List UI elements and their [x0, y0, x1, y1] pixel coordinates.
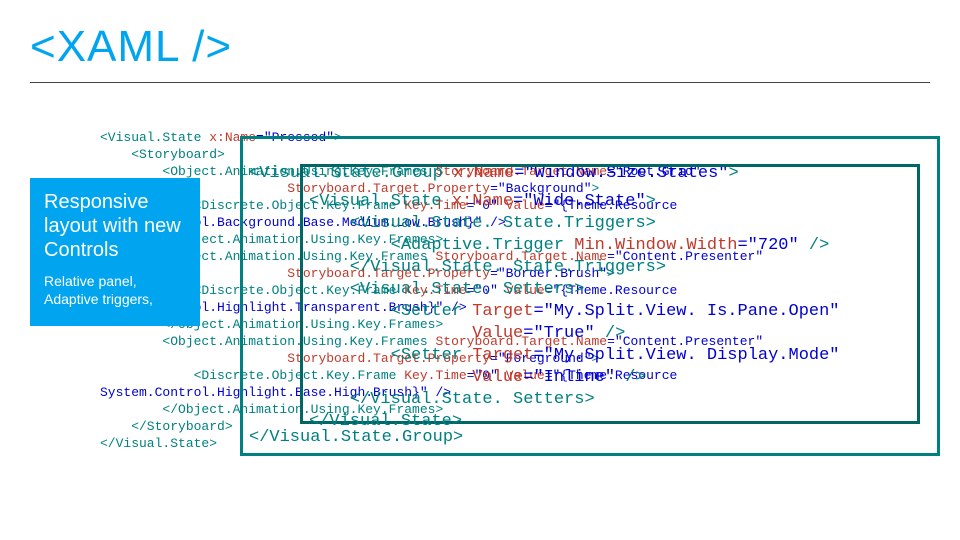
code-line: >: [646, 192, 656, 211]
code-attr: Value: [472, 368, 523, 387]
code-line: </Visual.State. Setters>: [309, 390, 595, 409]
code-line: <Visual.State: [100, 130, 209, 145]
code-line: </Visual.State>: [100, 436, 217, 451]
code-line: />: [809, 236, 829, 255]
code-val: ="Wide.State": [513, 192, 646, 211]
code-attr: Value: [472, 324, 523, 343]
code-line: <Visual.State. State.Triggers>: [309, 214, 656, 233]
code-val: ="Inline": [523, 368, 625, 387]
code-attr: Target: [472, 346, 533, 365]
code-line: <Visual.State. Setters>: [309, 280, 584, 299]
code-line: [309, 324, 472, 343]
code-line: <Setter: [309, 302, 472, 321]
code-val: ="My.Split.View. Display.Mode": [533, 346, 839, 365]
code-line: />: [605, 324, 625, 343]
code-line: />: [625, 368, 645, 387]
code-line: </Visual.State. State.Triggers>: [309, 258, 666, 277]
code-line: [309, 368, 472, 387]
code-attr: Min.Window.Width: [574, 236, 737, 255]
slide-title: <XAML />: [30, 22, 232, 72]
callout-text: Relative panel, Adaptive triggers,: [44, 272, 186, 308]
code-line: <Storyboard>: [100, 147, 225, 162]
code-line: <Setter: [309, 346, 472, 365]
code-overlay-inner: <Visual.State x:Name="Wide.State"> <Visu…: [300, 164, 920, 424]
code-val: ="My.Split.View. Is.Pane.Open": [533, 302, 839, 321]
code-line: <Visual.State: [309, 192, 452, 211]
code-val: ="True": [523, 324, 605, 343]
callout-heading: Responsive layout with new Controls: [44, 190, 186, 262]
callout-box: Responsive layout with new Controls Rela…: [30, 178, 200, 326]
code-val: ="720": [737, 236, 808, 255]
code-line: <Adaptive.Trigger: [309, 236, 574, 255]
code-attr: Target: [472, 302, 533, 321]
title-underline: [30, 82, 930, 83]
code-attr: x:Name: [452, 192, 513, 211]
slide: <XAML /> <Visual.State x:Name="Pressed">…: [0, 0, 960, 540]
code-line: </Storyboard>: [100, 419, 233, 434]
code-line: </Visual.State>: [309, 412, 462, 431]
